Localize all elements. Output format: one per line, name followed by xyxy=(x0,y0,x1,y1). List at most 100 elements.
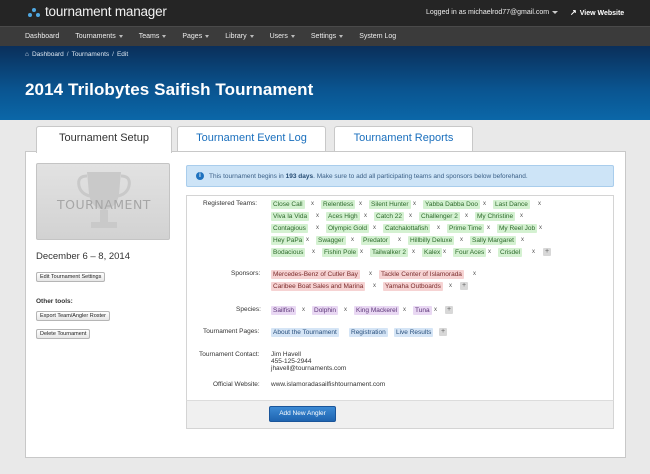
remove-icon[interactable]: x xyxy=(538,201,541,207)
edit-settings-button[interactable]: Edit Tournament Settings xyxy=(36,272,106,282)
team-tag[interactable]: My Reel Job xyxy=(497,224,538,233)
species-tag[interactable]: Sailfish xyxy=(271,306,296,315)
remove-icon[interactable]: x xyxy=(302,307,305,313)
team-tag[interactable]: Sally Margaret xyxy=(470,236,516,245)
remove-icon[interactable]: x xyxy=(434,307,437,313)
remove-icon[interactable]: x xyxy=(316,225,319,231)
species-tag[interactable]: Tuna xyxy=(413,306,432,315)
remove-icon[interactable]: x xyxy=(539,225,542,231)
page-tag[interactable]: Registration xyxy=(349,328,388,337)
remove-icon[interactable]: x xyxy=(373,225,376,231)
remove-icon[interactable]: x xyxy=(312,249,315,255)
nav-teams-label: Teams xyxy=(138,33,160,40)
contact-email[interactable]: jhavell@tournaments.com xyxy=(271,365,346,372)
remove-icon[interactable]: x xyxy=(409,213,412,219)
page-tag[interactable]: About the Tournament xyxy=(271,328,339,337)
species-tag[interactable]: Dolphin xyxy=(312,306,339,315)
add-angler-button[interactable]: Add New Angler xyxy=(269,406,336,422)
team-tag[interactable]: Prime Time xyxy=(447,224,484,233)
remove-icon[interactable]: x xyxy=(369,271,372,277)
add-sponsor-button[interactable]: + xyxy=(460,282,468,290)
nav-pages[interactable]: Pages xyxy=(182,27,210,46)
team-tag[interactable]: Kalex xyxy=(422,248,443,257)
remove-icon[interactable]: x xyxy=(413,201,416,207)
view-website-link[interactable]: ↗ View Website xyxy=(570,8,624,17)
add-team-button[interactable]: + xyxy=(543,248,551,256)
team-tag[interactable]: Silent Hunter xyxy=(369,200,411,209)
nav-users[interactable]: Users xyxy=(270,27,295,46)
team-tag[interactable]: Catch 22 xyxy=(374,212,405,221)
team-tag[interactable]: Bodacious xyxy=(271,248,306,257)
team-tag[interactable]: My Christine xyxy=(475,212,516,221)
team-tag[interactable]: Fishin Pole xyxy=(322,248,359,257)
user-menu[interactable]: Logged in as michaelrod77@gmail.com xyxy=(426,9,559,16)
remove-icon[interactable]: x xyxy=(465,213,468,219)
nav-system-log[interactable]: System Log xyxy=(359,27,396,46)
teams-label: Registered Teams: xyxy=(203,200,258,207)
add-species-button[interactable]: + xyxy=(445,306,453,314)
sponsor-tag[interactable]: Yamaha Outboards xyxy=(383,282,443,291)
remove-icon[interactable]: x xyxy=(487,225,490,231)
remove-icon[interactable]: x xyxy=(443,249,446,255)
remove-icon[interactable]: x xyxy=(412,249,415,255)
remove-icon[interactable]: x xyxy=(306,237,309,243)
team-tag[interactable]: Predator xyxy=(361,236,390,245)
team-tag[interactable]: Hey PaPa xyxy=(271,236,305,245)
remove-icon[interactable]: x xyxy=(532,249,535,255)
remove-icon[interactable]: x xyxy=(449,283,452,289)
app-logo[interactable]: tournament manager xyxy=(28,4,167,19)
team-tag[interactable]: Last Dance xyxy=(493,200,530,209)
nav-tournaments[interactable]: Tournaments xyxy=(75,27,123,46)
remove-icon[interactable]: x xyxy=(488,249,491,255)
team-tag[interactable]: Relentless xyxy=(321,200,356,209)
tab-reports[interactable]: Tournament Reports xyxy=(334,126,473,151)
add-page-button[interactable]: + xyxy=(439,328,447,336)
nav-teams[interactable]: Teams xyxy=(139,27,167,46)
team-tag[interactable]: Aces High xyxy=(326,212,360,221)
breadcrumb-dashboard[interactable]: Dashboard xyxy=(32,51,64,58)
remove-icon[interactable]: x xyxy=(473,271,476,277)
remove-icon[interactable]: x xyxy=(359,201,362,207)
sponsor-tag[interactable]: Mercedes-Benz of Cutler Bay xyxy=(271,270,360,279)
team-tag[interactable]: Viva la Vida xyxy=(271,212,310,221)
team-tag[interactable]: Contagious xyxy=(271,224,308,233)
team-tag[interactable]: Hillbilly Deluxe xyxy=(408,236,455,245)
remove-icon[interactable]: x xyxy=(316,213,319,219)
sponsor-tag[interactable]: Tackle Center of Islamorada xyxy=(379,270,464,279)
remove-icon[interactable]: x xyxy=(398,237,401,243)
remove-icon[interactable]: x xyxy=(344,307,347,313)
nav-settings[interactable]: Settings xyxy=(311,27,344,46)
team-tag[interactable]: Swagger xyxy=(316,236,346,245)
sponsor-tag[interactable]: Caribee Boat Sales and Marina xyxy=(271,282,366,291)
team-tag[interactable]: Challenger 2 xyxy=(419,212,460,221)
remove-icon[interactable]: x xyxy=(521,237,524,243)
remove-icon[interactable]: x xyxy=(373,283,376,289)
export-roster-button[interactable]: Export Team/Angler Roster xyxy=(36,311,110,321)
team-tag[interactable]: Tailwalker 2 xyxy=(370,248,408,257)
remove-icon[interactable]: x xyxy=(351,237,354,243)
breadcrumb-tournaments[interactable]: Tournaments xyxy=(72,51,110,58)
remove-icon[interactable]: x xyxy=(364,213,367,219)
tab-event-log[interactable]: Tournament Event Log xyxy=(177,126,326,151)
delete-tournament-button[interactable]: Delete Tournament xyxy=(36,329,91,339)
team-tag[interactable]: Close Call xyxy=(271,200,305,209)
info-text-after: . Make sure to add all participating tea… xyxy=(313,173,528,180)
website-value[interactable]: www.islamoradasailfishtournament.com xyxy=(271,381,385,388)
remove-icon[interactable]: x xyxy=(360,249,363,255)
nav-dashboard[interactable]: Dashboard xyxy=(25,27,59,46)
remove-icon[interactable]: x xyxy=(311,201,314,207)
team-tag[interactable]: Crisdel xyxy=(498,248,523,257)
chevron-down-icon xyxy=(552,10,559,14)
page-tag[interactable]: Live Results xyxy=(394,328,434,337)
remove-icon[interactable]: x xyxy=(520,213,523,219)
team-tag[interactable]: Four Aces xyxy=(453,248,487,257)
remove-icon[interactable]: x xyxy=(437,225,440,231)
species-tag[interactable]: King Mackerel xyxy=(354,306,400,315)
remove-icon[interactable]: x xyxy=(483,201,486,207)
remove-icon[interactable]: x xyxy=(403,307,406,313)
team-tag[interactable]: Catchalottafish xyxy=(383,224,430,233)
team-tag[interactable]: Olympic Gold xyxy=(326,224,370,233)
team-tag[interactable]: Yabba Dabba Doo xyxy=(423,200,481,209)
nav-library[interactable]: Library xyxy=(225,27,254,46)
remove-icon[interactable]: x xyxy=(460,237,463,243)
